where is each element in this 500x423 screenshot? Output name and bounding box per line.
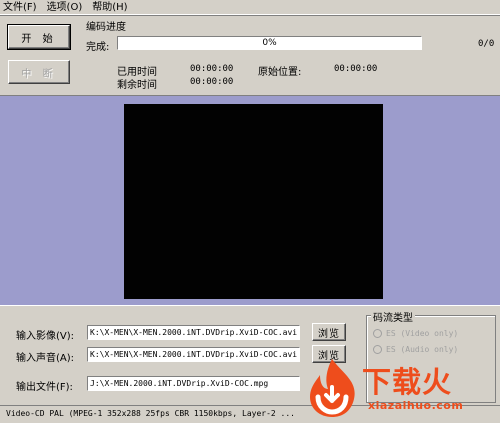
menu-options[interactable]: 选项(O) [47,1,83,14]
input-video-field[interactable]: K:\X-MEN\X-MEN.2000.iNT.DVDrip.XviD-COC.… [87,325,300,340]
remaining-label: 剩余时间 [117,80,157,91]
progress-count: 0/0 [478,39,495,49]
stop-button[interactable]: 中 断 [8,60,70,84]
watermark-logo: 下载火 xiazaihuo.com [300,355,500,423]
start-button[interactable]: 开 始 [7,24,71,50]
status-text: Video-CD PAL (MPEG-1 352x288 25fps CBR 1… [6,409,295,418]
done-label: 完成: [86,42,110,53]
progress-panel: 开 始 中 断 编码进度 完成: 0% 0/0 已用时间 00:00:00 剩余… [0,15,500,95]
progress-percent: 0% [262,38,277,48]
input-audio-field[interactable]: K:\X-MEN\X-MEN.2000.iNT.DVDrip.XviD-COC.… [87,347,300,362]
stream-type-title: 码流类型 [371,309,415,324]
elapsed-value: 00:00:00 [190,64,234,74]
menu-help[interactable]: 帮助(H) [92,1,127,14]
remaining-value: 00:00:00 [190,77,234,87]
stream-type-option-audio[interactable]: ES (Audio only) [373,345,458,354]
progress-bar: 0% [117,36,422,50]
preview-area [0,95,500,305]
output-file-field[interactable]: J:\X-MEN.2000.iNT.DVDrip.XviD-COC.mpg [87,376,300,391]
source-position-label: 原始位置: [258,67,302,78]
input-video-browse-button[interactable]: 浏览 [312,323,346,341]
stream-type-option-label: ES (Video only) [386,329,459,338]
menu-file[interactable]: 文件(F) [3,1,37,14]
menu-bar: 文件(F) 选项(O) 帮助(H) [0,0,500,15]
input-video-label: 输入影像(V): [16,331,75,342]
progress-group-title: 编码进度 [86,22,126,33]
output-file-label: 输出文件(F): [16,382,73,393]
watermark-brand: 下载火 [362,365,453,399]
input-audio-label: 输入声音(A): [16,353,75,364]
radio-button-icon [373,345,382,354]
flame-icon [310,359,355,417]
watermark-url: xiazaihuo.com [368,399,464,412]
radio-button-icon [373,329,382,338]
source-position-value: 00:00:00 [334,64,378,74]
video-preview [124,104,383,299]
stream-type-option-video[interactable]: ES (Video only) [373,329,458,338]
stream-type-option-label: ES (Audio only) [386,345,459,354]
